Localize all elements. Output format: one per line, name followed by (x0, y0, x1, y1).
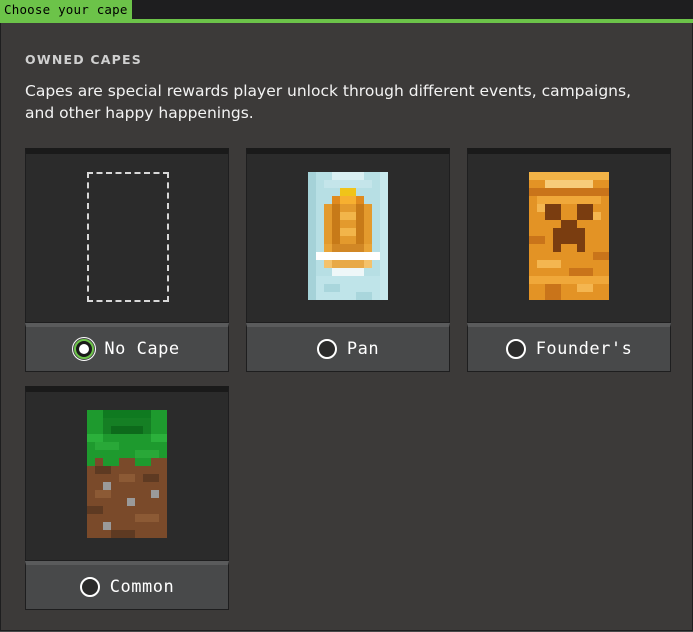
cape-preview (467, 148, 671, 323)
founders-cape-icon (529, 172, 609, 300)
cape-card-pan[interactable]: Pan (246, 148, 450, 372)
cape-option-founders[interactable]: Founder's (467, 323, 671, 372)
window-title: Choose your cape (0, 0, 132, 19)
common-cape-icon (87, 410, 167, 538)
cape-preview (25, 386, 229, 561)
cape-label: No Cape (104, 339, 180, 359)
cape-preview (25, 148, 229, 323)
radio-unselected-icon[interactable] (505, 339, 526, 359)
radio-unselected-icon[interactable] (316, 339, 337, 359)
cape-option-no-cape[interactable]: No Cape (25, 323, 229, 372)
cape-option-common[interactable]: Common (25, 561, 229, 610)
cape-card-founders[interactable]: Founder's (467, 148, 671, 372)
cape-label: Founder's (535, 339, 633, 359)
section-description: Capes are special rewards player unlock … (25, 82, 631, 122)
cape-option-pan[interactable]: Pan (246, 323, 450, 372)
cape-card-no-cape[interactable]: No Cape (25, 148, 229, 372)
cape-preview (246, 148, 450, 323)
radio-unselected-icon[interactable] (79, 577, 100, 597)
section-heading: OWNED CAPES (25, 52, 142, 67)
cape-panel: OWNED CAPES Capes are special rewards pl… (0, 23, 693, 631)
cape-card-common[interactable]: Common (25, 386, 229, 610)
cape-label: Common (109, 577, 175, 597)
cape-label: Pan (346, 339, 380, 359)
radio-selected-icon[interactable] (72, 337, 97, 361)
title-bar: Choose your cape (0, 0, 693, 19)
pan-cape-icon (308, 172, 388, 300)
empty-cape-outline-icon (87, 172, 169, 302)
